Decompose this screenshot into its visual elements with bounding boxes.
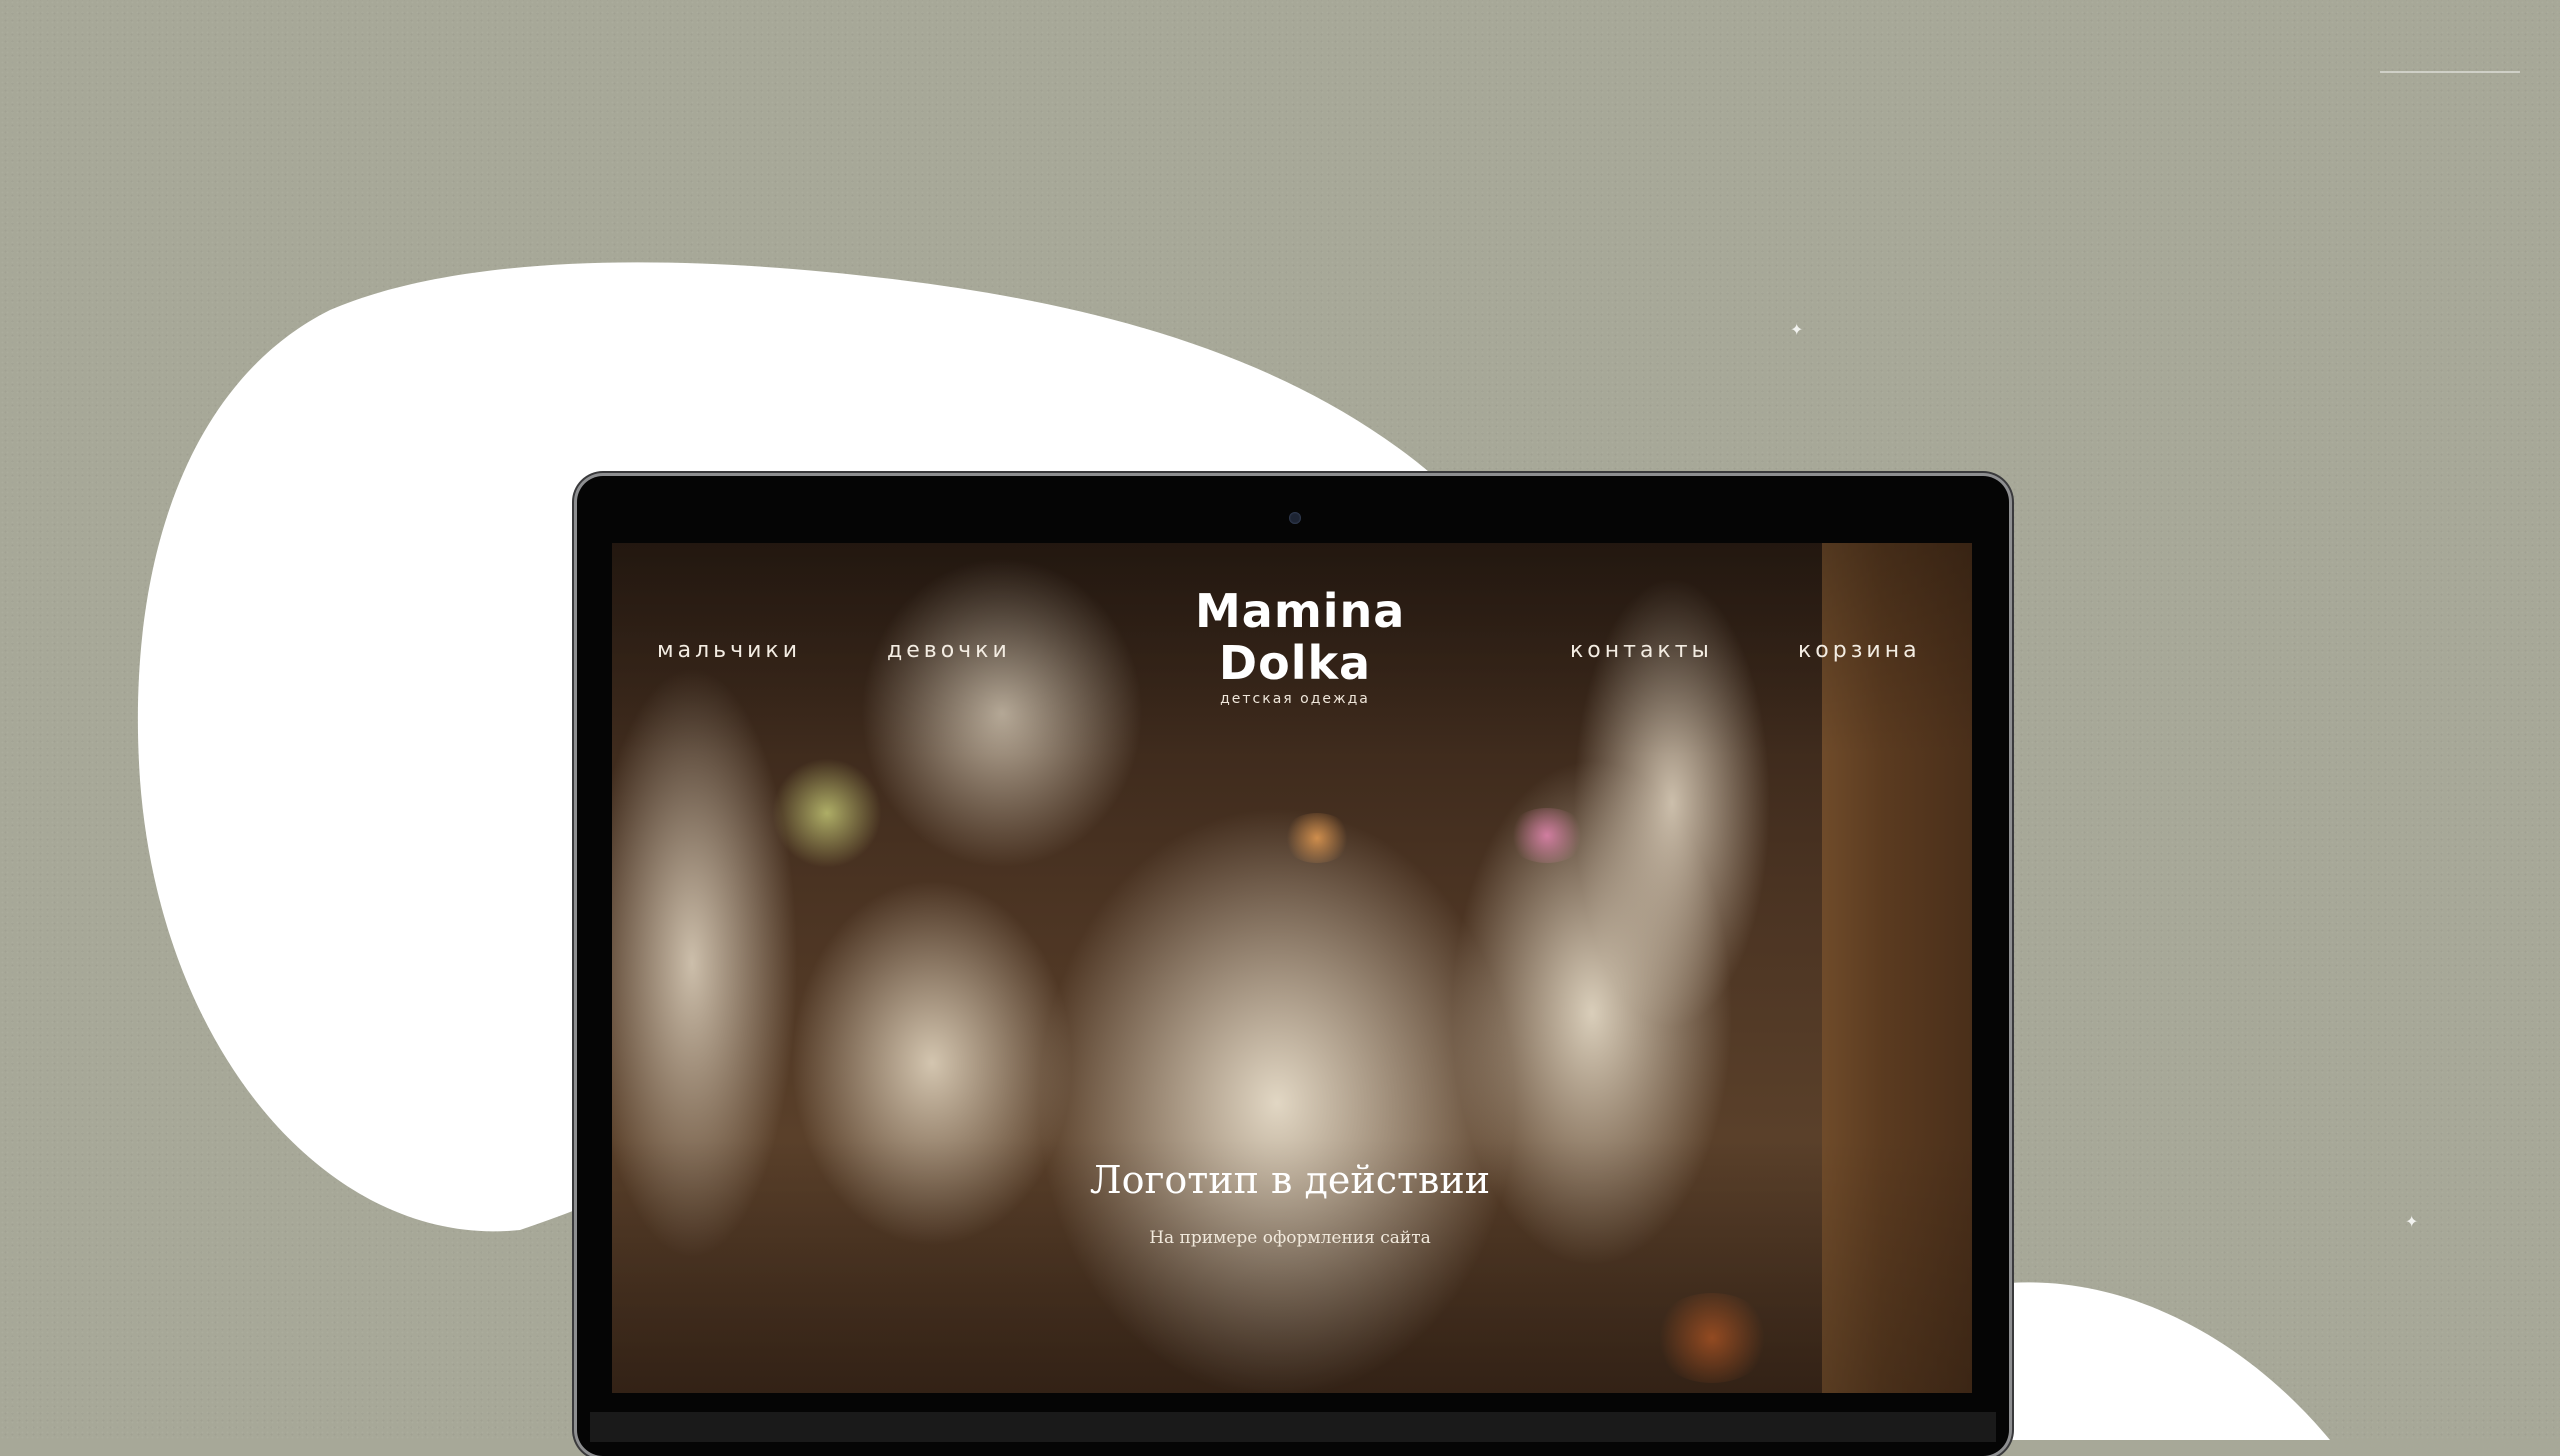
decorative-line bbox=[2380, 71, 2520, 73]
logo-word-dolka: Dolka bbox=[1218, 636, 1372, 690]
hero-subtitle: На примере оформления сайта bbox=[1149, 1228, 1431, 1248]
brand-logo[interactable]: Mamina Dolka детская одежда bbox=[1195, 584, 1406, 707]
sparkle-icon: ✦ bbox=[2405, 1212, 2419, 1231]
nav-girls[interactable]: девочки bbox=[887, 638, 1011, 663]
white-blob-bottom-right bbox=[1960, 1282, 2330, 1440]
nav-boys[interactable]: мальчики bbox=[657, 638, 801, 663]
sparkle-icon: ✦ bbox=[1790, 320, 1804, 339]
logo-tagline: детская одежда bbox=[1220, 691, 1370, 707]
laptop-chin bbox=[590, 1412, 1996, 1442]
camera-dot-icon bbox=[1289, 512, 1301, 524]
logo-word-mamina: Mamina bbox=[1195, 584, 1406, 638]
hero-title: Логотип в действии bbox=[1089, 1158, 1491, 1202]
nav-cart[interactable]: корзина bbox=[1798, 638, 1921, 663]
nav-contacts[interactable]: контакты bbox=[1570, 638, 1713, 663]
